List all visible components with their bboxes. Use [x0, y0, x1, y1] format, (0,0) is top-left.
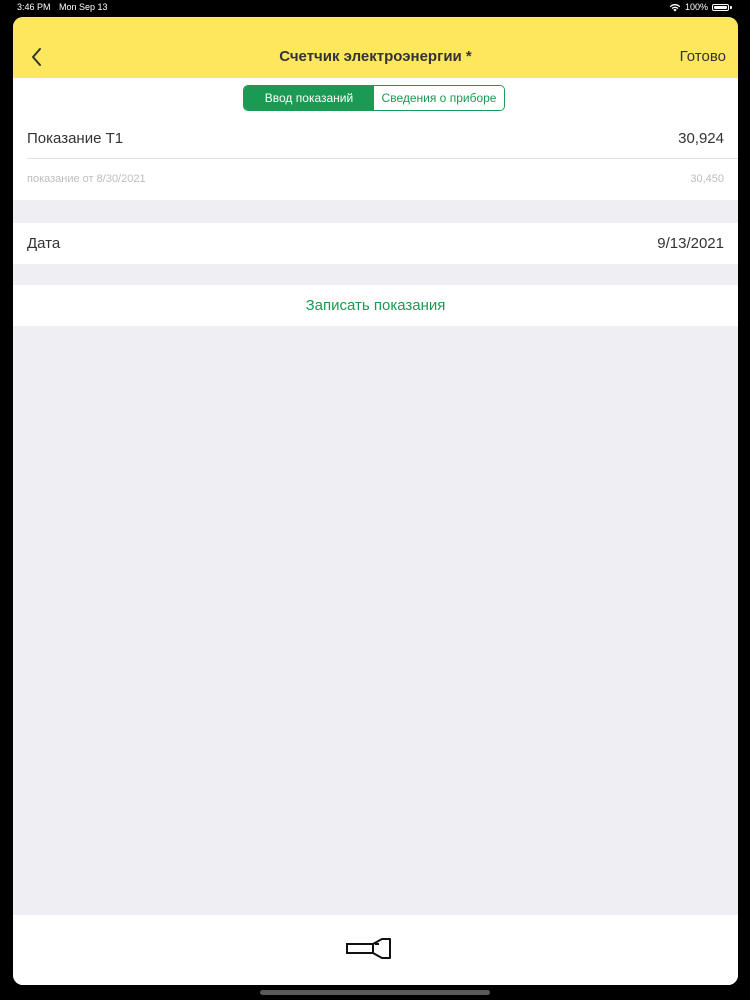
status-bar: 3:46 PM Mon Sep 13 100% [0, 0, 750, 16]
date-group: Дата 9/13/2021 [13, 223, 738, 264]
bottom-toolbar [13, 915, 738, 985]
navigation-bar: Счетчик электроэнергии * Готово [13, 17, 738, 78]
status-time: 3:46 PM [17, 2, 51, 12]
segment-control-area: Ввод показаний Сведения о приборе [13, 78, 738, 118]
battery-cap [730, 5, 732, 9]
previous-reading-value: 30,450 [690, 173, 724, 185]
save-readings-button[interactable]: Записать показания [13, 285, 738, 326]
status-date: Mon Sep 13 [59, 2, 108, 12]
tab-meter-readings[interactable]: Ввод показаний [244, 86, 374, 110]
done-button[interactable]: Готово [680, 48, 726, 65]
battery-percentage: 100% [684, 2, 708, 12]
flashlight-button[interactable] [344, 935, 394, 961]
reading-group: Показание Т1 30,924 показание от 8/30/20… [13, 118, 738, 200]
previous-reading-label: показание от 8/30/2021 [27, 173, 146, 185]
previous-reading-row: показание от 8/30/2021 30,450 [13, 159, 738, 200]
segmented-control: Ввод показаний Сведения о приборе [243, 85, 505, 111]
battery-icon [712, 3, 729, 11]
date-label: Дата [27, 235, 61, 252]
modal-sheet: Счетчик электроэнергии * Готово Ввод пок… [13, 17, 738, 985]
date-row[interactable]: Дата 9/13/2021 [13, 223, 738, 264]
wifi-icon [669, 3, 681, 12]
reading-row[interactable]: Показание Т1 30,924 [13, 118, 738, 159]
reading-label: Показание Т1 [27, 130, 124, 147]
tab-device-info[interactable]: Сведения о приборе [374, 86, 504, 110]
page-title: Счетчик электроэнергии * [279, 48, 472, 65]
status-indicators: 100% [669, 2, 732, 12]
flashlight-icon [346, 938, 391, 959]
reading-value[interactable]: 30,924 [678, 130, 724, 147]
home-indicator [260, 990, 490, 995]
date-value[interactable]: 9/13/2021 [657, 235, 724, 252]
